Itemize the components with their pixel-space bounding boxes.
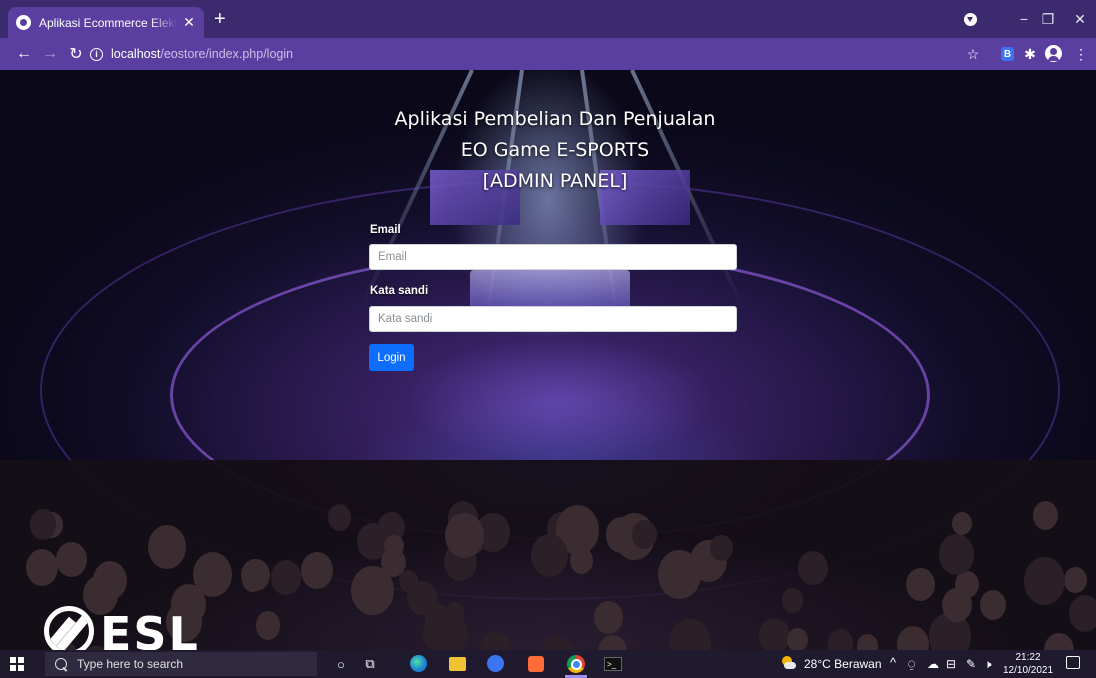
password-label: Kata sandi: [370, 285, 429, 297]
windows-start-icon[interactable]: [10, 657, 24, 671]
page-title-line-2: EO Game E-SPORTS: [460, 139, 650, 161]
tab-close-button[interactable]: ✕: [182, 14, 196, 31]
browser-tab[interactable]: Aplikasi Ecommerce Elektronik R ✕: [8, 7, 204, 38]
network-icon[interactable]: ⊟: [946, 657, 956, 671]
taskbar-search-placeholder: Type here to search: [77, 657, 184, 671]
tab-search-icon[interactable]: [964, 13, 977, 26]
edge-icon[interactable]: [410, 655, 427, 672]
profile-avatar-icon[interactable]: [1045, 45, 1062, 62]
chevron-up-icon[interactable]: ^: [890, 655, 896, 670]
address-bar[interactable]: i localhost/eostore/index.php/login: [90, 43, 980, 65]
browser-tab-bar: Aplikasi Ecommerce Elektronik R ✕ + − ❐ …: [0, 0, 1096, 38]
clock-date: 12/10/2021: [1003, 665, 1054, 676]
site-info-icon[interactable]: i: [90, 47, 103, 61]
new-tab-button[interactable]: +: [214, 9, 226, 29]
email-label: Email: [370, 224, 401, 236]
back-arrow-icon[interactable]: ←: [12, 38, 36, 70]
file-explorer-icon[interactable]: [449, 657, 466, 671]
close-window-button[interactable]: ✕: [1062, 0, 1096, 38]
clock-time: 21:22: [1015, 652, 1041, 663]
page-title-line-1: Aplikasi Pembelian Dan Penjualan: [394, 108, 716, 130]
search-icon: [52, 655, 70, 673]
page-viewport: Aplikasi Pembelian Dan Penjualan EO Game…: [0, 70, 1096, 650]
url-text[interactable]: localhost/eostore/index.php/login: [111, 47, 293, 61]
task-view-icon[interactable]: ⧉: [360, 654, 380, 674]
notification-center-icon[interactable]: [1066, 656, 1080, 669]
postman-icon[interactable]: [528, 656, 544, 672]
taskbar-search-box[interactable]: Type here to search: [45, 652, 317, 676]
cortana-icon[interactable]: ○: [331, 654, 351, 674]
esl-logo-text: ESL: [100, 609, 200, 650]
weather-text[interactable]: 28°C Berawan: [804, 657, 882, 671]
reload-icon[interactable]: ↻: [64, 38, 88, 70]
email-field[interactable]: [369, 244, 737, 270]
page-title-line-3: [ADMIN PANEL]: [482, 170, 628, 192]
chrome-icon[interactable]: [567, 655, 585, 673]
volume-icon[interactable]: 🕨: [984, 657, 992, 672]
tab-title: Aplikasi Ecommerce Elektronik R: [39, 15, 178, 30]
esl-logo: ESL: [44, 606, 200, 650]
password-field[interactable]: [369, 306, 737, 332]
browser-toolbar: ← → ↻ i localhost/eostore/index.php/logi…: [0, 38, 1096, 70]
extension-b-icon[interactable]: B: [1001, 47, 1014, 61]
onedrive-icon[interactable]: ⍜: [908, 657, 915, 672]
more-menu-icon[interactable]: ⋮: [1072, 45, 1090, 63]
bookmark-star-icon[interactable]: ☆: [964, 45, 982, 63]
terminal-icon[interactable]: >_: [604, 657, 622, 671]
signal-icon[interactable]: [487, 655, 504, 672]
weather-partly-cloudy-icon[interactable]: [780, 655, 796, 671]
pen-icon[interactable]: ✎: [966, 657, 976, 671]
cloud-icon[interactable]: ☁: [927, 657, 939, 671]
forward-arrow-icon[interactable]: →: [38, 38, 62, 70]
extensions-puzzle-icon[interactable]: ✱: [1021, 45, 1039, 63]
login-button[interactable]: Login: [369, 344, 414, 371]
esl-mark-icon: [44, 606, 94, 650]
taskbar-clock[interactable]: 21:22 12/10/2021: [1003, 651, 1053, 677]
page-title: Aplikasi Pembelian Dan Penjualan EO Game…: [360, 104, 750, 197]
windows-taskbar: Type here to search ○ ⧉ >_ 28°C Berawan …: [0, 650, 1096, 678]
restore-button[interactable]: ❐: [1030, 0, 1066, 38]
globe-icon: [16, 15, 31, 30]
